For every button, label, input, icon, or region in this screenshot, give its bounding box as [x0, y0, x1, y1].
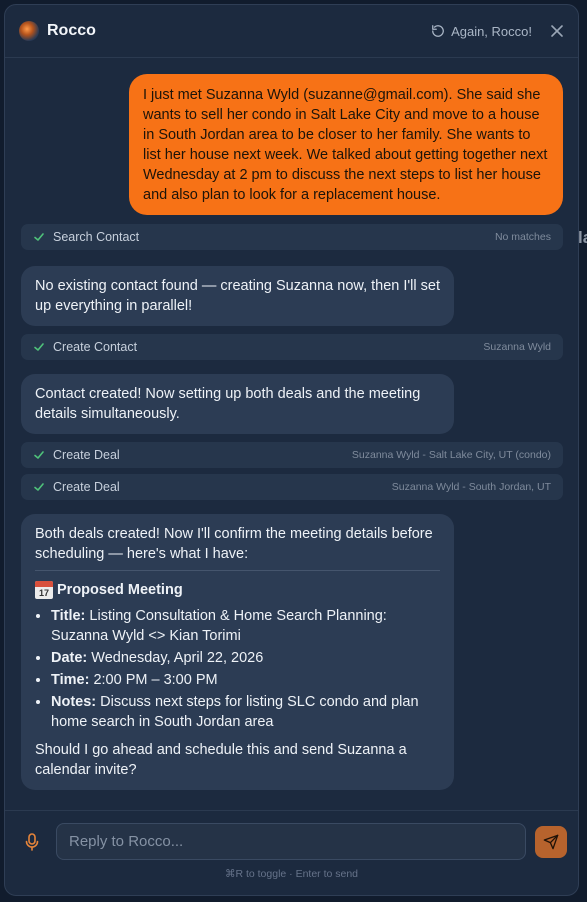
tool-meta: No matches: [494, 231, 551, 243]
assistant-message-meeting: Both deals created! Now I'll confirm the…: [21, 514, 454, 790]
reply-input[interactable]: [56, 823, 526, 860]
close-button[interactable]: [550, 24, 564, 38]
detail-notes: Notes: Discuss next steps for listing SL…: [51, 692, 440, 732]
chat-header: Rocco Again, Rocco!: [5, 5, 578, 58]
check-icon: [33, 231, 45, 243]
meeting-heading-label: Proposed Meeting: [57, 582, 183, 598]
detail-time: Time: 2:00 PM – 3:00 PM: [51, 670, 440, 690]
tool-meta: Suzanna Wyld - Salt Lake City, UT (condo…: [351, 449, 551, 461]
send-button[interactable]: [535, 826, 567, 858]
check-icon: [33, 341, 45, 353]
tool-call-create-deal[interactable]: Create Deal Suzanna Wyld - South Jordan,…: [21, 474, 563, 500]
user-message: I just met Suzanna Wyld (suzanne@gmail.c…: [129, 74, 563, 215]
meeting-intro: Both deals created! Now I'll confirm the…: [35, 526, 433, 562]
mic-button[interactable]: [25, 833, 39, 851]
refresh-icon: [432, 25, 444, 37]
mic-icon: [25, 833, 39, 851]
divider: [35, 570, 440, 571]
rocco-logo: [19, 21, 39, 41]
meeting-details: Title: Listing Consultation & Home Searc…: [35, 606, 440, 732]
detail-title: Title: Listing Consultation & Home Searc…: [51, 606, 440, 646]
tool-call-create-deal[interactable]: Create Deal Suzanna Wyld - Salt Lake Cit…: [21, 442, 563, 468]
background-fragment: la: [578, 228, 587, 247]
again-label: Again, Rocco!: [451, 23, 532, 39]
header-actions: Again, Rocco!: [431, 24, 564, 39]
chat-title: Rocco: [47, 22, 96, 39]
tool-call-create-contact[interactable]: Create Contact Suzanna Wyld: [21, 334, 563, 360]
calendar-day: 17: [38, 588, 49, 598]
composer: ⌘R to toggle · Enter to send: [5, 810, 578, 895]
keyboard-hint: ⌘R to toggle · Enter to send: [224, 868, 359, 880]
send-icon: [543, 834, 559, 850]
check-icon: [33, 481, 45, 493]
meeting-question: Should I go ahead and schedule this and …: [35, 742, 407, 778]
chat-panel: Rocco Again, Rocco! I just met Suzanna W…: [4, 4, 579, 896]
tool-label: Create Deal: [53, 448, 120, 462]
meeting-heading: 17 Proposed Meeting: [35, 580, 440, 600]
check-icon: [33, 449, 45, 461]
tool-meta: Suzanna Wyld: [483, 341, 551, 353]
tool-call-search-contact[interactable]: Search Contact No matches: [21, 224, 563, 250]
calendar-icon: 17: [35, 581, 53, 599]
assistant-message: Contact created! Now setting up both dea…: [21, 374, 454, 434]
assistant-message: No existing contact found — creating Suz…: [21, 266, 454, 326]
close-icon: [551, 25, 563, 37]
tool-label: Create Contact: [53, 340, 138, 354]
detail-date: Date: Wednesday, April 22, 2026: [51, 648, 440, 668]
message-list: I just met Suzanna Wyld (suzanne@gmail.c…: [5, 58, 578, 810]
tool-label: Create Deal: [53, 480, 120, 494]
tool-label: Search Contact: [53, 230, 140, 244]
tool-meta: Suzanna Wyld - South Jordan, UT: [391, 481, 551, 493]
again-button[interactable]: Again, Rocco!: [431, 24, 532, 39]
